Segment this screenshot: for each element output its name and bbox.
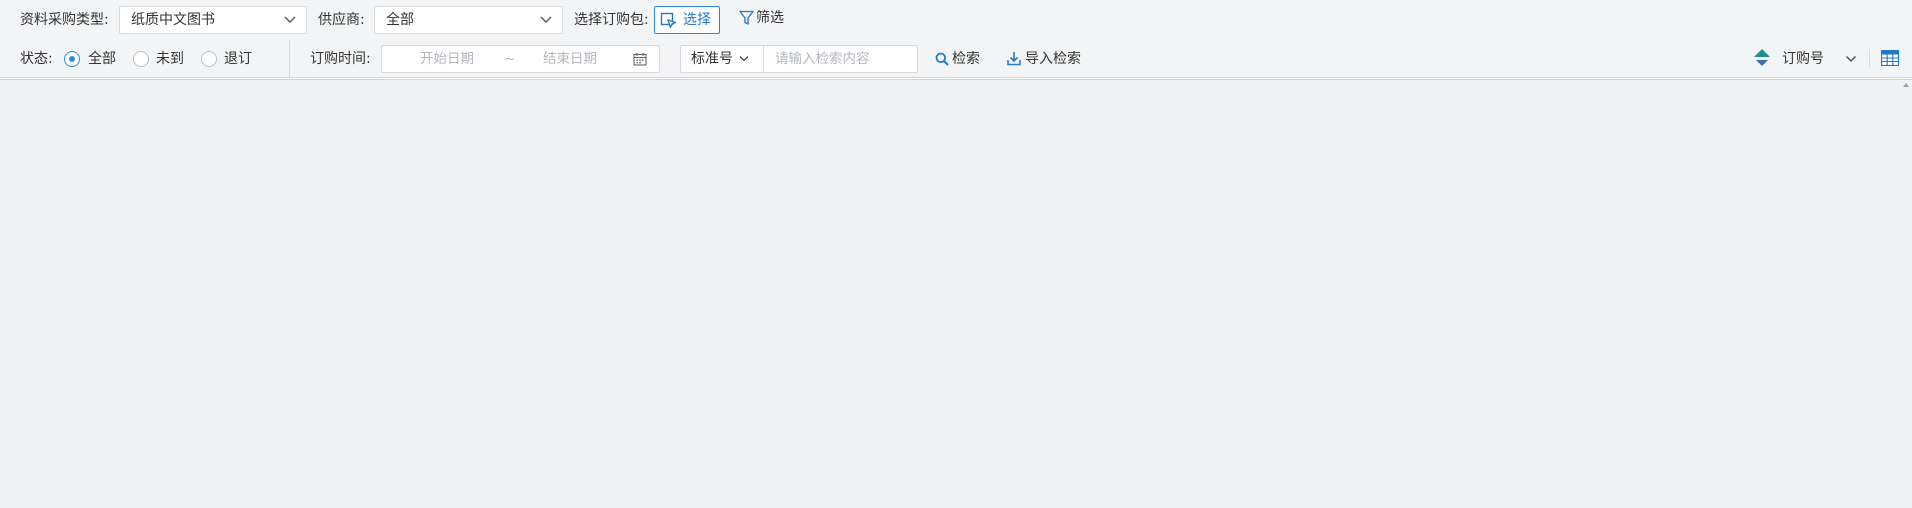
order-package-label: 选择订购包:	[574, 12, 649, 28]
search-field-value: 标准号	[691, 51, 733, 67]
sort-field-value: 订购号	[1782, 51, 1824, 67]
search-input-placeholder: 请输入检索内容	[775, 51, 870, 67]
filter-icon	[739, 10, 754, 25]
supplier-select[interactable]: 全部	[374, 6, 563, 34]
select-package-button[interactable]: 选择	[654, 6, 720, 34]
divider	[1869, 49, 1870, 67]
chevron-down-icon	[284, 16, 296, 23]
search-field-select[interactable]: 标准号	[680, 45, 764, 73]
filter-label: 筛选	[756, 10, 784, 26]
toolbar: 资料采购类型: 纸质中文图书 供应商: 全部 选择订购包: 选择 筛选 状态: …	[0, 0, 1912, 78]
date-range-separator: ~	[504, 51, 516, 67]
divider	[289, 40, 290, 78]
import-search-label: 导入检索	[1025, 51, 1081, 67]
select-package-label: 选择	[683, 12, 711, 28]
calendar-icon[interactable]	[633, 52, 647, 66]
chevron-down-icon	[1846, 56, 1856, 62]
status-not-arrived-label: 未到	[156, 51, 184, 67]
scroll-up-arrow[interactable]	[1903, 83, 1909, 87]
end-date-input[interactable]: 结束日期	[543, 46, 597, 72]
purchase-type-value: 纸质中文图书	[131, 12, 215, 28]
search-button-label: 检索	[952, 51, 980, 67]
sort-icon[interactable]	[1754, 49, 1770, 67]
supplier-label: 供应商:	[318, 12, 365, 28]
status-all-radio[interactable]	[64, 51, 80, 67]
status-not-arrived-radio[interactable]	[133, 51, 149, 67]
search-icon	[935, 52, 949, 66]
chevron-down-icon	[739, 56, 749, 62]
purchase-type-select[interactable]: 纸质中文图书	[119, 6, 307, 34]
sort-field-select[interactable]: 订购号	[1782, 49, 1856, 69]
status-label: 状态:	[20, 51, 53, 67]
table-grid-icon[interactable]	[1881, 50, 1899, 66]
download-icon	[1007, 52, 1021, 66]
status-cancelled-radio[interactable]	[201, 51, 217, 67]
purchase-type-label: 资料采购类型:	[20, 12, 109, 28]
order-time-label: 订购时间:	[310, 51, 371, 67]
status-all-label: 全部	[88, 51, 116, 67]
start-date-input[interactable]: 开始日期	[420, 46, 474, 72]
results-area	[0, 79, 1912, 508]
supplier-value: 全部	[386, 12, 414, 28]
search-input[interactable]: 请输入检索内容	[764, 45, 918, 73]
chevron-down-icon	[540, 16, 552, 23]
cursor-select-icon	[660, 12, 677, 29]
status-cancelled-label: 退订	[224, 51, 252, 67]
order-date-range[interactable]: 开始日期 ~ 结束日期	[381, 45, 660, 73]
